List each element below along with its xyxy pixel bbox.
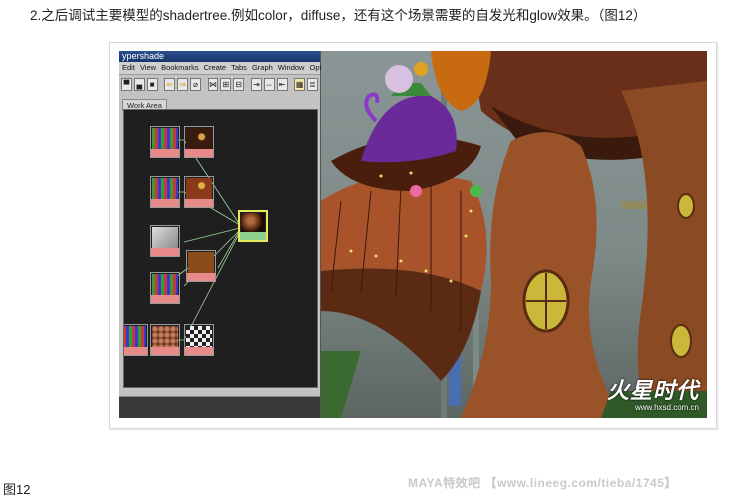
hypershade-menubar: Edit View Bookmarks Create Tabs Graph Wi… [119,62,346,75]
in-out-connections-icon[interactable]: ⇔ [263,78,275,91]
render-watermark: 火星时代 www.hxsd.com.cn [607,373,699,412]
utility-node[interactable] [150,225,180,257]
place2d-node-1[interactable] [150,126,180,158]
layout-bottom-icon[interactable]: ▄ [133,78,145,91]
render-view: 火星时代 www.hxsd.com.cn [321,51,707,418]
hypershade-tabs: Work Area [119,95,320,111]
rearrange-icon[interactable]: ⊟ [233,78,245,91]
hypershade-title: ypershade [119,51,320,62]
ramp-node[interactable] [186,250,216,282]
graph-input-icon[interactable]: ⊞ [220,78,232,91]
hypershade-window: ypershade Edit View Bookmarks Create Tab… [119,51,346,418]
graph-network-icon[interactable]: ⋈ [207,78,219,91]
screenshot: ypershade Edit View Bookmarks Create Tab… [119,51,707,418]
forward-arrow-icon[interactable]: ⇒ [177,78,189,91]
layout-full-icon[interactable]: ■ [146,78,158,91]
menu-edit[interactable]: Edit [122,62,135,74]
footer-watermark: MAYA特效吧 【www.lineeg.com/tieba/1745】 [408,476,677,490]
menu-tabs[interactable]: Tabs [231,62,247,74]
menu-window[interactable]: Window [278,62,305,74]
list-view-icon[interactable]: ≣ [307,78,318,91]
place2d-node-3[interactable] [150,272,180,304]
menu-view[interactable]: View [140,62,156,74]
swatch-view-icon[interactable]: ▦ [294,78,306,91]
input-connections-icon[interactable]: ⇥ [250,78,262,91]
work-area-graph[interactable] [123,109,318,388]
mushroom-scene [321,51,707,418]
hypershade-toolbar: ▀ ▄ ■ ⇐ ⇒ ⌀ ⋈ ⊞ ⊟ ⇥ ⇔ ⇤ ▦ ≣ [119,75,320,95]
watermark-brand: 火星时代 [606,378,699,403]
checker-node[interactable] [184,324,214,356]
hypershade-bottom-panel [119,396,320,418]
eraser-icon[interactable]: ⌀ [190,78,201,91]
output-connections-icon[interactable]: ⇤ [276,78,288,91]
place2d-node-4[interactable] [124,324,148,356]
menu-graph[interactable]: Graph [252,62,273,74]
material-shader-node[interactable] [238,210,268,242]
file-texture-node-2[interactable] [184,176,214,208]
figure-caption: 图12 [3,482,31,497]
layout-top-icon[interactable]: ▀ [121,78,132,91]
back-arrow-icon[interactable]: ⇐ [164,78,176,91]
file-texture-node-3[interactable] [150,324,180,356]
caption-top: 2.之后调试主要模型的shadertree.例如color，diffuse，还有… [30,8,647,23]
menu-create[interactable]: Create [204,62,227,74]
file-texture-node-1[interactable] [184,126,214,158]
place2d-node-2[interactable] [150,176,180,208]
menu-bookmarks[interactable]: Bookmarks [161,62,199,74]
